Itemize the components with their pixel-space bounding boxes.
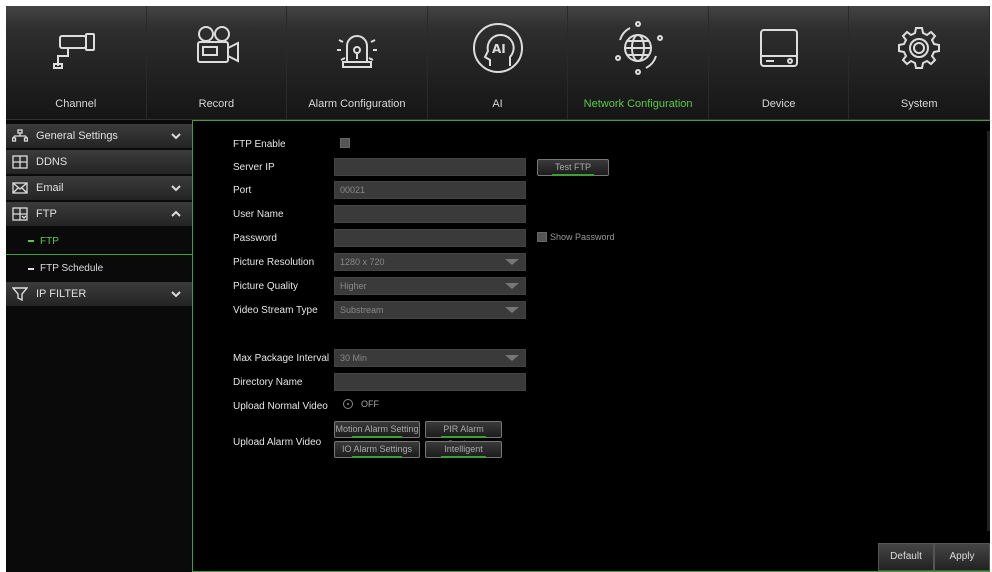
sidebar-item-email[interactable]: Email (6, 176, 192, 200)
dash-bullet (28, 267, 34, 270)
directory-name-label: Directory Name (233, 376, 303, 388)
show-password-toggle[interactable]: Show Password (537, 232, 615, 242)
tab-alarm-configuration[interactable]: Alarm Configuration (287, 6, 428, 119)
tab-system[interactable]: System (849, 6, 990, 119)
dropdown-arrow-icon (505, 355, 519, 361)
picture-resolution-label: Picture Resolution (233, 256, 315, 268)
server-ip-label: Server IP (233, 161, 275, 173)
dropdown-arrow-icon (505, 307, 519, 313)
video-stream-type-value: Substream (340, 305, 384, 315)
toggle-knob-icon (343, 399, 353, 409)
sidebar-item-ip-filter[interactable]: IP FILTER (6, 282, 192, 306)
tab-ai[interactable]: AI AI (427, 6, 569, 119)
picture-quality-value: Higher (340, 281, 367, 291)
app-window: Channel Record Alarm Configuration AI AI… (6, 6, 990, 572)
picture-resolution-value: 1280 x 720 (340, 257, 385, 267)
ftp-enable-checkbox[interactable] (340, 138, 350, 148)
sidebar-item-label: IP FILTER (36, 288, 87, 300)
picture-quality-select[interactable]: Higher (334, 277, 526, 295)
io-alarm-settings-button[interactable]: IO Alarm Settings (334, 441, 420, 458)
password-label: Password (233, 232, 277, 244)
tab-label: System (900, 98, 938, 110)
show-password-checkbox[interactable] (537, 232, 547, 242)
sidebar-subitem-ftp[interactable]: FTP (6, 228, 192, 255)
tab-label: Device (761, 98, 796, 110)
video-stream-type-label: Video Stream Type (233, 304, 318, 316)
top-navigation: Channel Record Alarm Configuration AI AI… (6, 6, 990, 120)
ai-head-icon: AI (468, 18, 528, 78)
dropdown-arrow-icon (505, 259, 519, 265)
camera-icon (46, 18, 106, 78)
alarm-light-icon (327, 18, 387, 78)
max-package-interval-label: Max Package Interval (233, 352, 330, 364)
max-package-interval-value: 30 Min (340, 353, 368, 363)
email-icon (12, 181, 28, 195)
ftp-enable-label: FTP Enable (233, 138, 286, 150)
sidebar-item-ftp[interactable]: FTP (6, 202, 192, 226)
picture-quality-label: Picture Quality (233, 280, 299, 292)
test-ftp-button[interactable]: Test FTP (537, 158, 609, 176)
motion-alarm-setting-button[interactable]: Motion Alarm Setting (334, 421, 420, 438)
video-camera-icon (186, 18, 246, 78)
sidebar-item-label: DDNS (36, 156, 68, 168)
default-button[interactable]: Default (878, 543, 934, 571)
tab-record[interactable]: Record (146, 6, 288, 119)
sidebar-subitem-label: FTP Schedule (40, 263, 104, 274)
dropdown-arrow-icon (505, 283, 519, 289)
upload-normal-video-toggle[interactable]: OFF (343, 399, 379, 409)
sidebar-item-label: General Settings (36, 130, 118, 142)
tab-label: Channel (55, 98, 97, 110)
upload-normal-video-label: Upload Normal Video (233, 400, 328, 412)
sidebar-item-general-settings[interactable]: General Settings (6, 124, 192, 148)
tab-label: Record (198, 98, 235, 110)
sidebar-item-ddns[interactable]: DDNS (6, 150, 192, 174)
server-ip-input[interactable] (334, 158, 526, 176)
tab-device[interactable]: Device (708, 6, 850, 119)
tab-label: Alarm Configuration (308, 98, 406, 110)
filter-icon (11, 287, 29, 302)
video-stream-type-select[interactable]: Substream (334, 301, 526, 319)
chevron-down-icon (170, 130, 182, 142)
svg-text:AI: AI (492, 42, 506, 56)
password-input[interactable] (334, 229, 526, 247)
sidebar-item-label: Email (36, 182, 64, 194)
show-password-label: Show Password (550, 232, 615, 242)
user-name-label: User Name (233, 208, 284, 220)
dash-bullet (28, 240, 34, 242)
chevron-down-icon (170, 288, 182, 300)
ftp-icon (12, 207, 28, 221)
chevron-up-icon (170, 208, 182, 220)
sidebar: General Settings DDNS Email FTP FTP FTP … (6, 120, 192, 572)
tab-channel[interactable]: Channel (6, 6, 147, 119)
action-buttons: Default Apply (878, 543, 990, 571)
max-package-interval-select[interactable]: 30 Min (334, 349, 526, 367)
upload-alarm-video-label: Upload Alarm Video (233, 436, 322, 448)
tab-label: Network Configuration (583, 98, 693, 110)
network-icon (11, 129, 29, 143)
user-name-input[interactable] (334, 205, 526, 223)
tab-label: AI (492, 98, 503, 110)
directory-name-input[interactable] (334, 373, 526, 391)
ftp-settings-panel: FTP Enable Server IP Test FTP Port 00021… (192, 120, 990, 572)
apply-button[interactable]: Apply (934, 543, 990, 571)
ddns-icon (12, 155, 28, 169)
chevron-down-icon (170, 182, 182, 194)
gear-icon (889, 18, 949, 78)
sidebar-subitem-label: FTP (40, 235, 59, 247)
sidebar-subitem-ftp-schedule[interactable]: FTP Schedule (6, 255, 192, 282)
port-label: Port (233, 184, 252, 196)
pir-alarm-settings-button[interactable]: PIR Alarm Settings (425, 421, 502, 449)
upload-normal-video-state: OFF (361, 399, 379, 409)
port-input[interactable]: 00021 (334, 181, 526, 199)
scrollbar[interactable] (987, 131, 990, 531)
tab-network-configuration[interactable]: Network Configuration (568, 6, 709, 119)
picture-resolution-select[interactable]: 1280 x 720 (334, 253, 526, 271)
globe-network-icon (608, 18, 668, 78)
hard-drive-icon (749, 18, 809, 78)
sidebar-item-label: FTP (36, 208, 57, 220)
intelligent-button[interactable]: Intelligent (425, 441, 502, 458)
